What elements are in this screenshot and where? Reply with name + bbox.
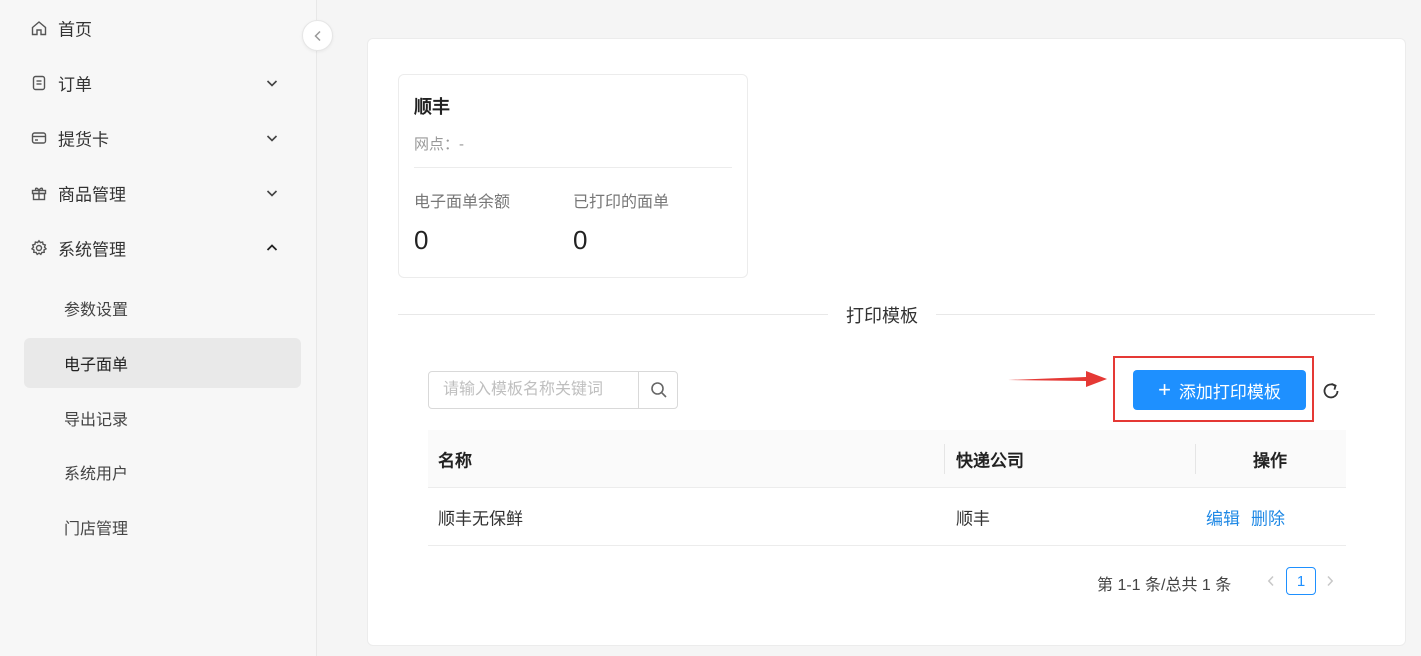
plus-icon: + bbox=[1158, 377, 1171, 402]
home-icon bbox=[31, 21, 47, 36]
courier-outlet: 网点：- bbox=[414, 136, 464, 153]
card-icon bbox=[31, 132, 47, 144]
courier-name: 顺丰 bbox=[414, 97, 450, 117]
sidebar-item-products[interactable]: 商品管理 bbox=[0, 171, 317, 215]
cell-courier: 顺丰 bbox=[956, 509, 990, 528]
stat-value-printed: 0 bbox=[573, 225, 588, 255]
table-header: 名称 快递公司 操作 bbox=[428, 430, 1346, 488]
column-separator bbox=[944, 444, 945, 474]
gift-icon bbox=[31, 187, 47, 201]
stat-value-balance: 0 bbox=[414, 225, 429, 255]
stat-label-printed: 已打印的面单 bbox=[573, 194, 670, 211]
sidebar-subitem-e-waybill[interactable]: 电子面单 bbox=[24, 338, 301, 388]
sidebar-subitem-label: 参数设置 bbox=[64, 302, 129, 319]
cell-template-name: 顺丰无保鲜 bbox=[438, 509, 523, 528]
sidebar-subitem-system-users[interactable]: 系统用户 bbox=[24, 447, 301, 497]
sidebar-subitem-label: 系统用户 bbox=[64, 466, 129, 483]
chevron-up-icon bbox=[266, 244, 278, 251]
stat-label-balance: 电子面单余额 bbox=[414, 194, 511, 211]
sidebar-item-label: 商品管理 bbox=[58, 185, 126, 205]
add-print-template-button[interactable]: + 添加打印模板 bbox=[1133, 370, 1306, 410]
chevron-left-icon bbox=[1267, 575, 1274, 587]
card-divider bbox=[414, 167, 732, 168]
search-input[interactable] bbox=[429, 372, 639, 408]
chevron-down-icon bbox=[266, 80, 278, 87]
column-separator bbox=[1195, 444, 1196, 474]
main-panel: 顺丰 网点：- 电子面单余额 0 已打印的面单 0 打印模板 + 添加打印模板 … bbox=[367, 38, 1406, 646]
gear-icon bbox=[30, 239, 48, 256]
chevron-left-icon bbox=[313, 30, 321, 41]
column-header-actions: 操作 bbox=[1253, 451, 1287, 470]
sidebar-item-home[interactable]: 首页 bbox=[0, 6, 317, 50]
sidebar-item-label: 首页 bbox=[58, 20, 92, 40]
sidebar-subitem-store-management[interactable]: 门店管理 bbox=[24, 502, 301, 552]
sidebar-item-orders[interactable]: 订单 bbox=[0, 61, 317, 105]
pagination-next-button[interactable] bbox=[1320, 570, 1340, 592]
chevron-right-icon bbox=[1327, 575, 1334, 587]
sidebar-item-label: 提货卡 bbox=[58, 130, 109, 150]
search-icon bbox=[650, 382, 667, 398]
refresh-icon[interactable] bbox=[1320, 380, 1342, 402]
document-icon bbox=[32, 75, 46, 91]
section-title: 打印模板 bbox=[828, 302, 936, 328]
template-table: 名称 快递公司 操作 顺丰无保鲜 顺丰 编辑 删除 bbox=[428, 430, 1346, 546]
pagination-page-1[interactable]: 1 bbox=[1286, 567, 1316, 595]
search-box bbox=[428, 371, 678, 409]
sidebar-subitem-label: 门店管理 bbox=[64, 521, 129, 538]
sidebar-item-system[interactable]: 系统管理 bbox=[0, 226, 317, 270]
sidebar-subitem-export-records[interactable]: 导出记录 bbox=[24, 393, 301, 443]
sidebar-collapse-button[interactable] bbox=[302, 20, 333, 51]
courier-card[interactable]: 顺丰 网点：- 电子面单余额 0 已打印的面单 0 bbox=[398, 74, 748, 278]
add-button-label: 添加打印模板 bbox=[1178, 382, 1281, 402]
annotation-arrow-icon bbox=[1008, 371, 1107, 387]
chevron-down-icon bbox=[266, 135, 278, 142]
sidebar-subitem-label: 导出记录 bbox=[64, 412, 129, 429]
sidebar-item-label: 系统管理 bbox=[58, 240, 126, 260]
pagination-prev-button[interactable] bbox=[1261, 570, 1281, 592]
edit-link[interactable]: 编辑 bbox=[1206, 504, 1240, 529]
column-header-name: 名称 bbox=[438, 451, 472, 470]
sidebar: 首页 订单 提货卡 商品管理 系统管理 参数设置 电子面单 导出记录 系统用户 … bbox=[0, 0, 317, 656]
chevron-down-icon bbox=[266, 190, 278, 197]
sidebar-item-pickup-card[interactable]: 提货卡 bbox=[0, 116, 317, 160]
sidebar-item-label: 订单 bbox=[58, 75, 92, 95]
sidebar-subitem-params[interactable]: 参数设置 bbox=[24, 283, 301, 333]
pagination-summary: 第 1-1 条/总共 1 条 bbox=[1097, 577, 1232, 594]
column-header-courier: 快递公司 bbox=[956, 451, 1024, 470]
table-row: 顺丰无保鲜 顺丰 编辑 删除 bbox=[428, 488, 1346, 546]
delete-link[interactable]: 删除 bbox=[1251, 504, 1285, 529]
search-button[interactable] bbox=[638, 372, 678, 408]
sidebar-subitem-label: 电子面单 bbox=[64, 357, 129, 374]
